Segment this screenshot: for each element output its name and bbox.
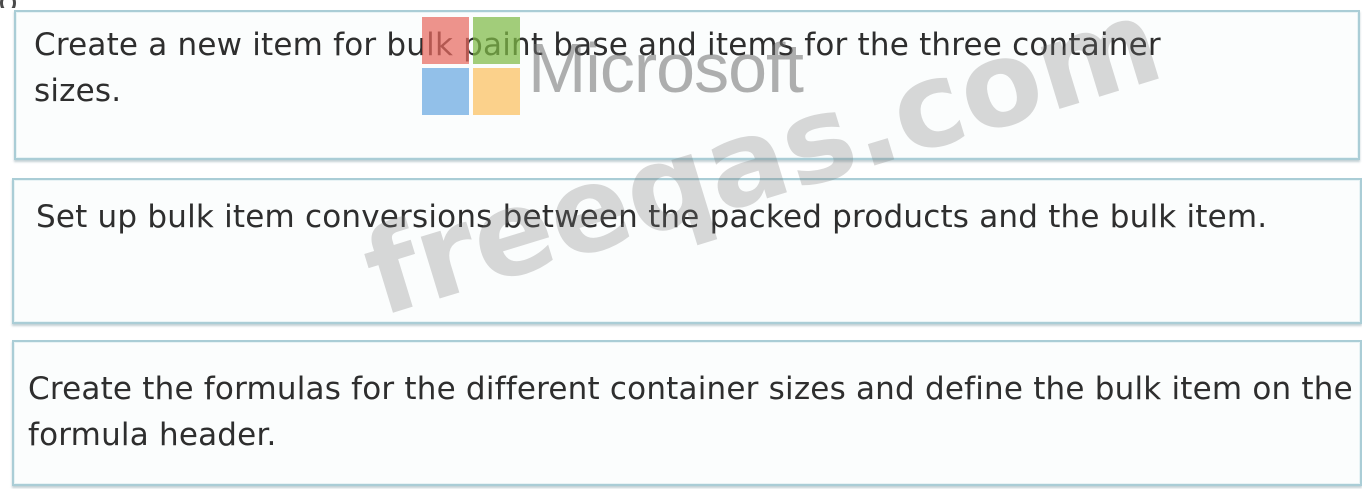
answer-option-create-items[interactable]: Create a new item for bulk paint base an… [14, 10, 1360, 160]
answer-option-text: Create the formulas for the different co… [28, 371, 1353, 453]
answer-option-text: Set up bulk item conversions between the… [36, 199, 1268, 235]
answer-option-bulk-conversions[interactable]: Set up bulk item conversions between the… [12, 178, 1362, 324]
answer-option-text: Create a new item for bulk paint base an… [34, 27, 1161, 109]
answer-option-formulas[interactable]: Create the formulas for the different co… [12, 340, 1362, 486]
answer-options-list: Create a new item for bulk paint base an… [0, 0, 1362, 489]
